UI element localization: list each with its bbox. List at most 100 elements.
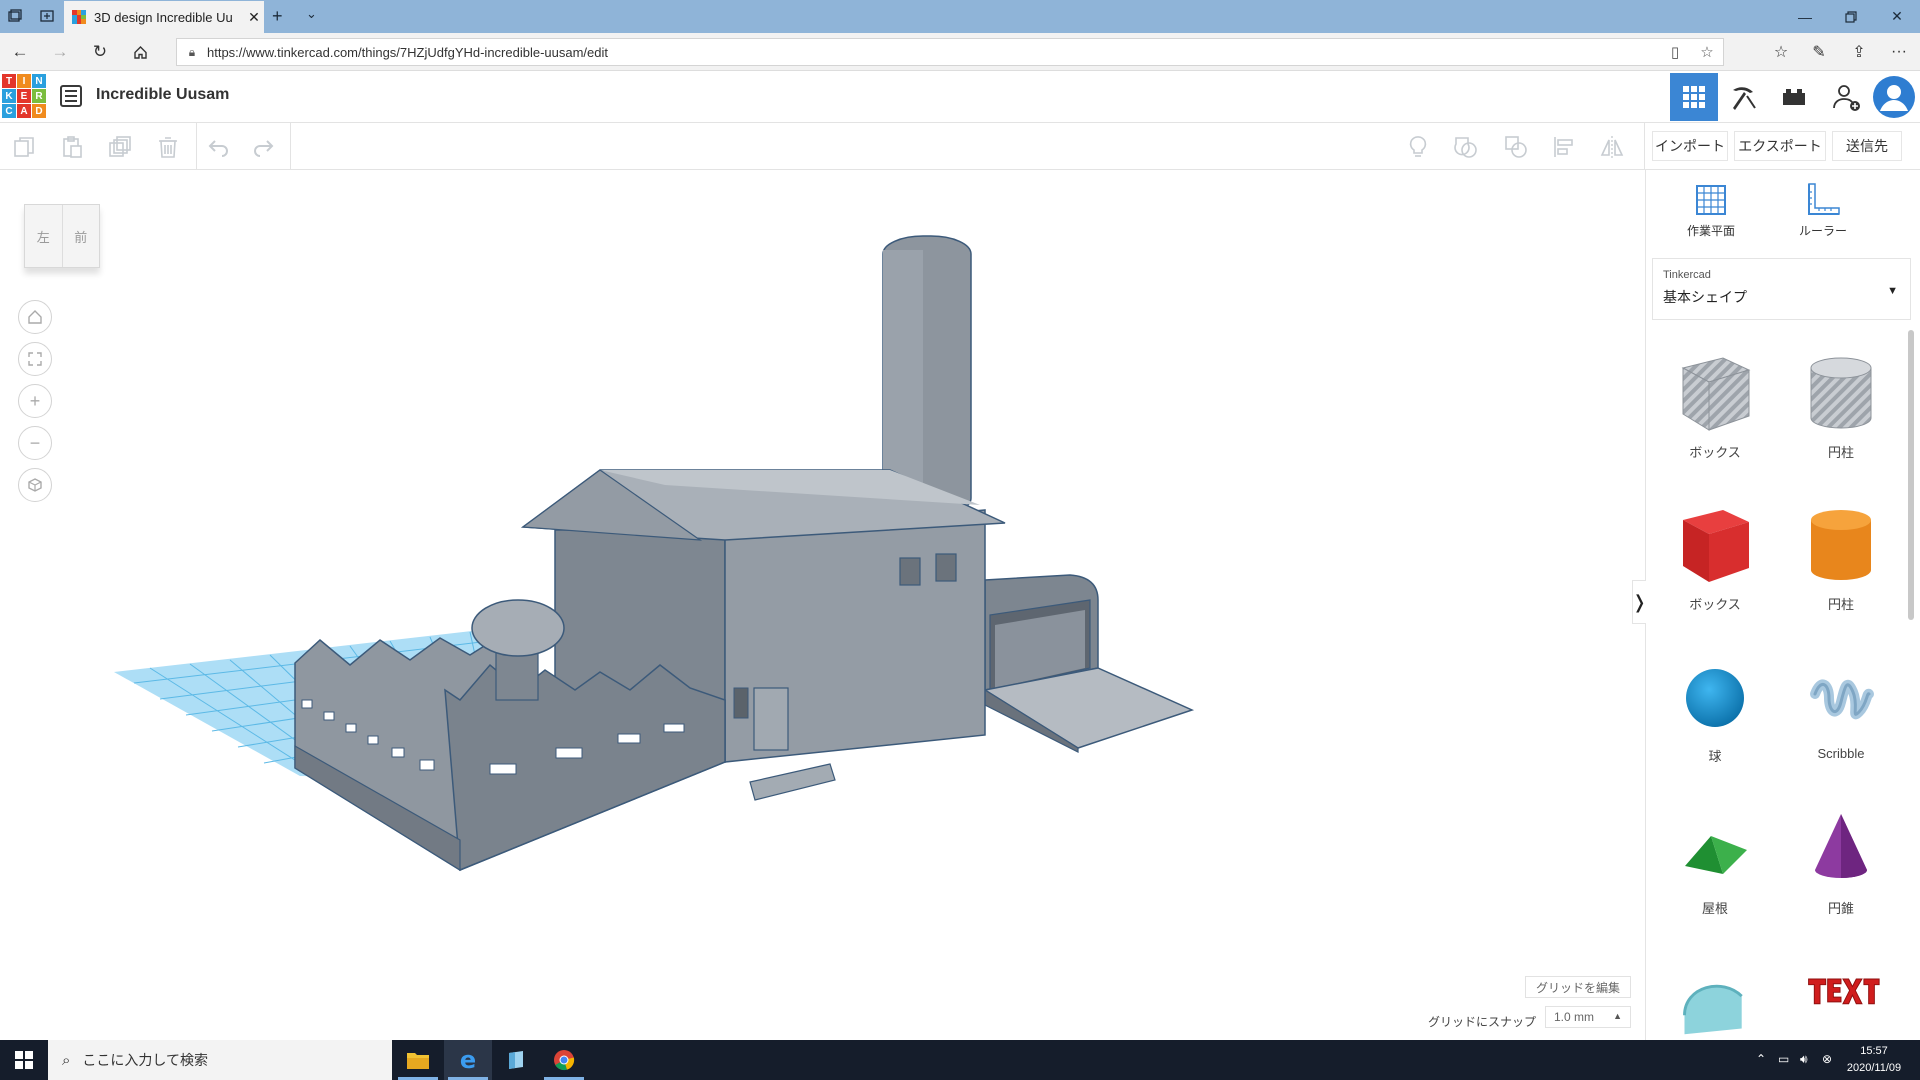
shape-box-hole[interactable]: ボックス	[1660, 350, 1770, 490]
tab-preview-icon[interactable]	[36, 6, 58, 26]
reading-view-icon[interactable]: ▯	[1659, 43, 1691, 61]
restore-icon[interactable]	[1828, 0, 1874, 33]
logo-letter: C	[2, 104, 16, 118]
url-field[interactable]: 🔒︎ https://www.tinkercad.com/things/7HZj…	[176, 38, 1724, 66]
chevron-down-icon[interactable]: ⌄	[306, 6, 317, 22]
network-icon[interactable]: ▭	[1778, 1052, 1789, 1066]
perspective-icon[interactable]	[18, 468, 52, 502]
minecraft-view-button[interactable]	[1720, 73, 1768, 121]
design-menu-icon[interactable]	[60, 85, 82, 107]
view-cube-left-label: 左	[25, 205, 63, 267]
logo-letter: R	[32, 89, 46, 103]
shape-box[interactable]: ボックス	[1660, 502, 1770, 642]
export-button[interactable]: エクスポート	[1734, 131, 1826, 161]
panel-scrollbar[interactable]	[1908, 330, 1914, 620]
ruler-tool[interactable]: ルーラー	[1778, 182, 1868, 252]
logo-letter: I	[17, 74, 31, 88]
delete-icon[interactable]	[152, 131, 184, 163]
favorite-star-icon[interactable]: ☆	[1691, 43, 1723, 61]
paste-icon[interactable]	[56, 131, 88, 163]
taskbar-search-field[interactable]: ⌕ ここに入力して検索	[48, 1040, 392, 1080]
share-icon[interactable]: ⇪	[1844, 41, 1874, 63]
3d-workspace[interactable]: 左 前 + − グリッドを編集 グリッドにスナップ 1.0 mm ▲	[0, 170, 1645, 1040]
edit-grid-button[interactable]: グリッドを編集	[1525, 976, 1631, 998]
notes-lightbulb-icon[interactable]	[1402, 131, 1434, 163]
tab-set-aside-icon[interactable]	[4, 6, 26, 26]
shapes-panel: ❭ 作業平面 ルーラー Tinkercad 基本シェイプ ▼ ボックス 円柱 ボ…	[1632, 170, 1920, 1040]
shape-cylinder[interactable]: 円柱	[1786, 502, 1896, 642]
close-tab-icon[interactable]: ✕	[244, 9, 264, 26]
group-icon[interactable]	[1450, 131, 1482, 163]
add-user-icon	[1833, 85, 1860, 111]
zoom-in-icon[interactable]: +	[18, 384, 52, 418]
collapse-panel-button[interactable]: ❭	[1632, 580, 1647, 624]
chrome-browser-icon[interactable]	[540, 1040, 588, 1080]
pen-icon[interactable]: ✎	[1804, 41, 1834, 63]
send-to-button[interactable]: 送信先	[1832, 131, 1902, 161]
3d-design-view-button[interactable]	[1670, 73, 1718, 121]
logo-letter: E	[17, 89, 31, 103]
windows-taskbar: ⌕ ここに入力して検索 e ⌃ ▭ 🔊︎ ⊗ 15:57 2020/11/09	[0, 1040, 1920, 1080]
mirror-icon[interactable]	[1596, 131, 1628, 163]
favorites-icon[interactable]: ☆	[1766, 41, 1796, 63]
align-icon[interactable]	[1548, 131, 1580, 163]
redo-icon[interactable]	[248, 131, 280, 163]
toolbar-divider	[196, 123, 197, 170]
brick-icon	[1783, 89, 1805, 105]
shape-half-cylinder[interactable]	[1660, 958, 1770, 1040]
logo-letter: T	[2, 74, 16, 88]
shape-cone[interactable]: 円錐	[1786, 806, 1896, 946]
search-placeholder: ここに入力して検索	[82, 1052, 208, 1068]
home-icon[interactable]	[128, 41, 152, 63]
design-title[interactable]: Incredible Uusam	[96, 86, 229, 104]
tray-chevron-up-icon[interactable]: ⌃	[1756, 1052, 1766, 1066]
undo-icon[interactable]	[202, 131, 234, 163]
search-icon: ⌕	[62, 1051, 71, 1069]
forward-icon[interactable]: →	[48, 41, 72, 63]
tinkercad-logo[interactable]: T I N K E R C A D	[2, 74, 46, 118]
shape-cylinder-hole[interactable]: 円柱	[1786, 350, 1896, 490]
add-collaborator-button[interactable]	[1822, 73, 1870, 121]
edit-toolbar: インポート エクスポート 送信先	[0, 123, 1920, 170]
avatar[interactable]	[1870, 73, 1918, 121]
volume-icon[interactable]: 🔊︎	[1800, 1052, 1808, 1067]
fit-view-icon[interactable]	[18, 342, 52, 376]
shape-roof[interactable]: 屋根	[1660, 806, 1770, 946]
cylinder-icon	[1811, 510, 1871, 580]
browser-tab[interactable]: 3D design Incredible Uu ✕	[64, 1, 264, 33]
shape-text[interactable]	[1786, 958, 1896, 1040]
shape-library-select[interactable]: Tinkercad 基本シェイプ ▼	[1652, 258, 1911, 320]
new-tab-icon[interactable]: +	[272, 6, 283, 27]
edge-browser-icon[interactable]: e	[444, 1040, 492, 1080]
import-button[interactable]: インポート	[1652, 131, 1728, 161]
more-icon[interactable]: ···	[1884, 41, 1914, 63]
caret-up-icon: ▲	[1613, 1011, 1622, 1021]
view-cube-face[interactable]: 左 前	[24, 204, 100, 268]
taskbar-clock[interactable]: 15:57 2020/11/09	[1838, 1043, 1910, 1077]
bricks-view-button[interactable]	[1770, 73, 1818, 121]
logo-letter: A	[17, 104, 31, 118]
ungroup-icon[interactable]	[1500, 131, 1532, 163]
3d-scene[interactable]	[0, 170, 1645, 1040]
notification-icon[interactable]: ⊗	[1822, 1052, 1832, 1066]
refresh-icon[interactable]: ↻	[88, 41, 112, 63]
file-explorer-icon[interactable]	[394, 1040, 442, 1080]
duplicate-icon[interactable]	[104, 131, 136, 163]
windows-start-icon[interactable]	[0, 1040, 48, 1080]
close-window-icon[interactable]: ✕	[1874, 0, 1920, 33]
shape-scribble[interactable]: Scribble	[1786, 654, 1896, 794]
minimize-icon[interactable]: —	[1782, 0, 1828, 33]
snap-grid-select[interactable]: 1.0 mm ▲	[1545, 1006, 1631, 1028]
notes-app-icon[interactable]	[492, 1040, 540, 1080]
shape-sphere[interactable]: 球	[1660, 654, 1770, 794]
workplane-tool[interactable]: 作業平面	[1666, 182, 1756, 252]
home-view-icon[interactable]	[18, 300, 52, 334]
shape-label: 円錐	[1827, 901, 1854, 916]
view-cube[interactable]: 左 前	[24, 204, 102, 278]
copy-icon[interactable]	[8, 131, 40, 163]
clock-date: 2020/11/09	[1846, 1062, 1902, 1074]
zoom-out-icon[interactable]: −	[18, 426, 52, 460]
pickaxe-icon	[1733, 87, 1756, 110]
back-icon[interactable]: ←	[8, 41, 32, 63]
garage-annex[interactable]	[982, 574, 1195, 753]
